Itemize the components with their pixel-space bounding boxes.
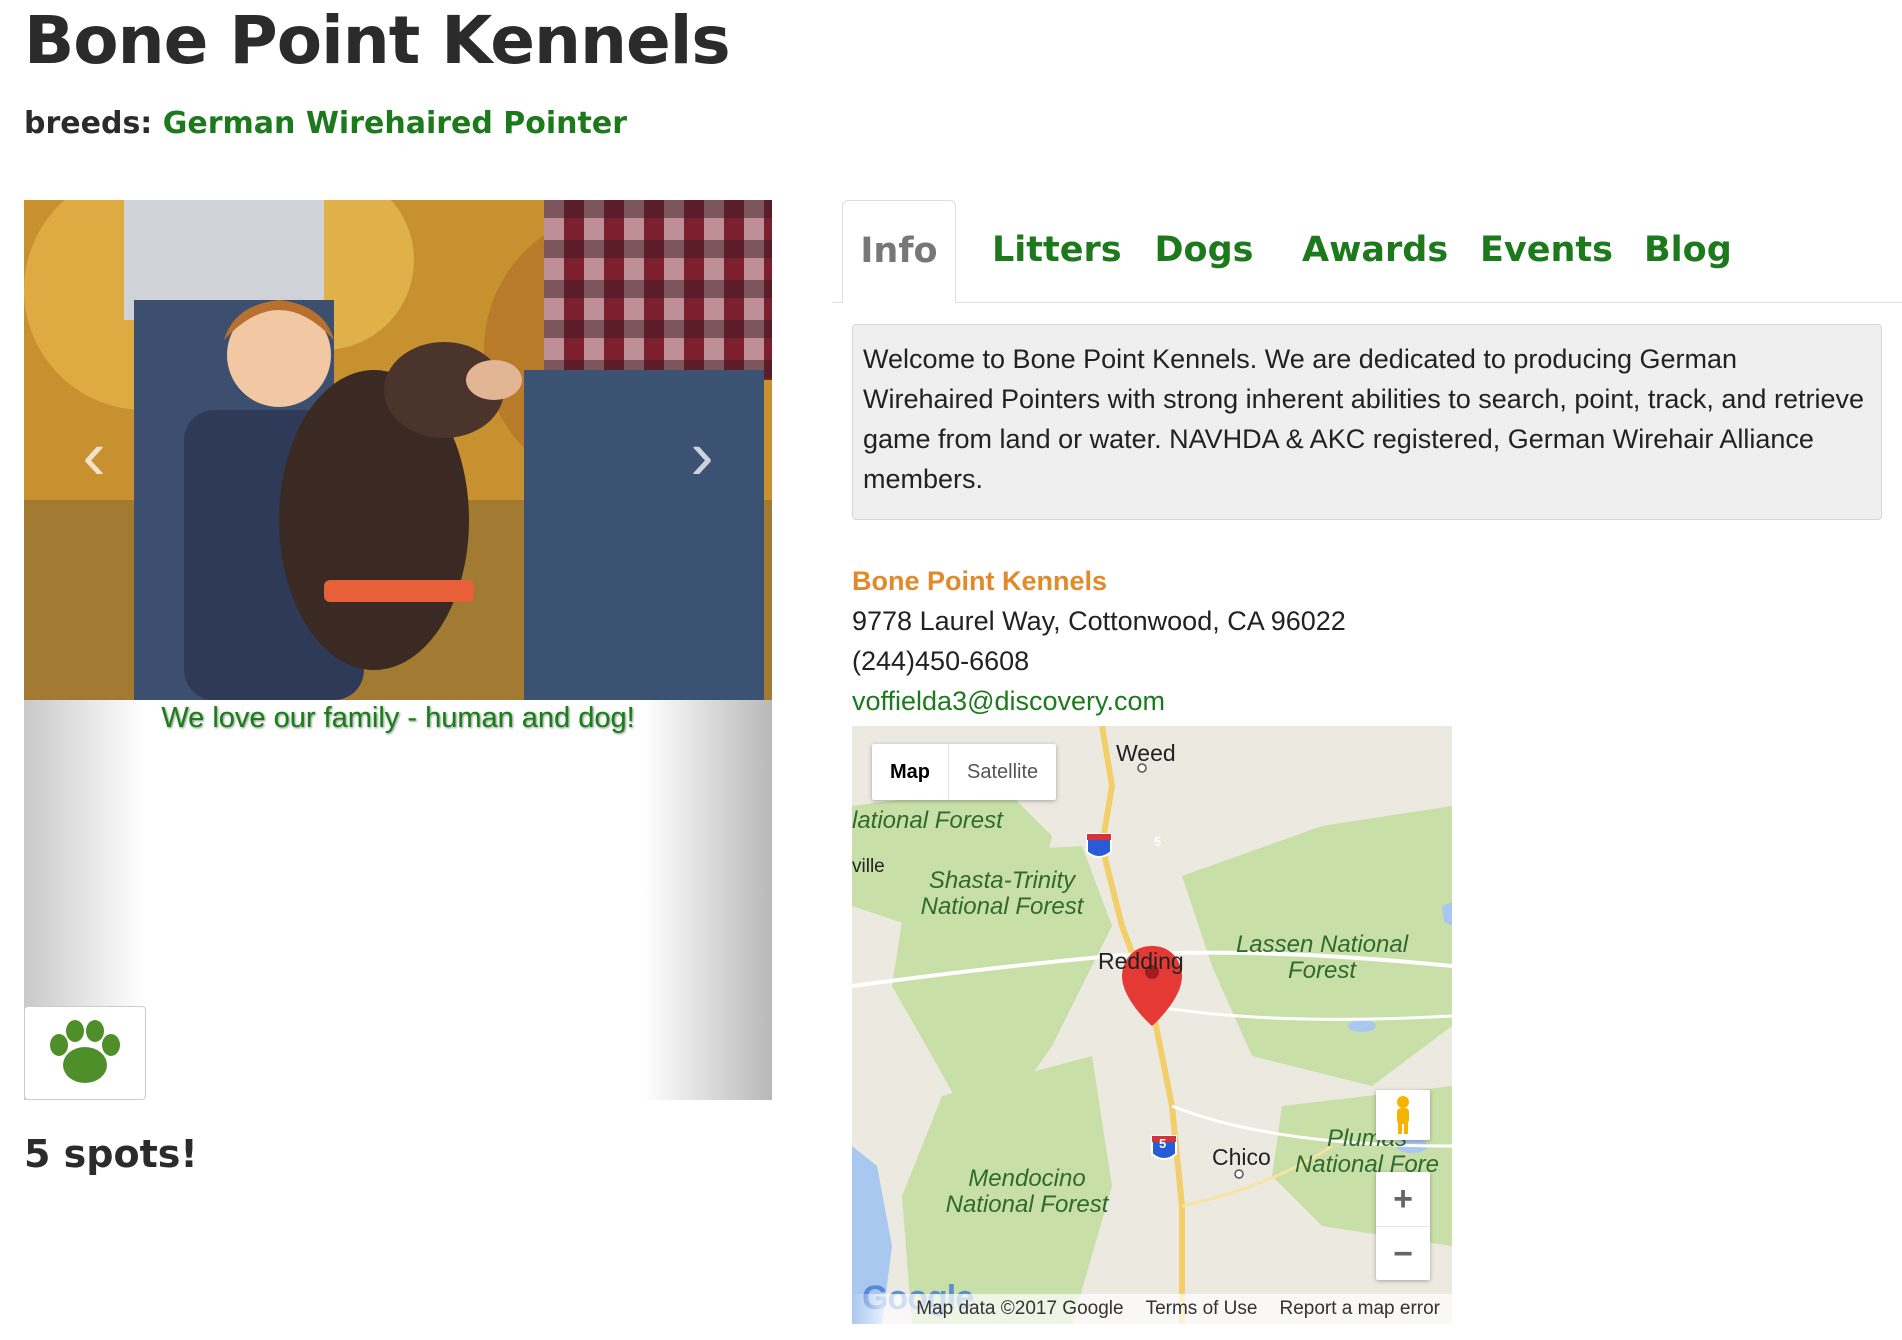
breeds-line: breeds: German Wirehaired Pointer <box>24 106 627 141</box>
site-title: Bone Point Kennels <box>24 2 731 79</box>
tab-dogs[interactable]: Dogs <box>1154 200 1254 300</box>
tab-info[interactable]: Info <box>842 200 956 303</box>
kennel-phone: (244)450-6608 <box>852 646 1030 676</box>
map-report-error-link[interactable]: Report a map error <box>1279 1298 1440 1320</box>
google-map[interactable]: Weed ville Redding Chico 5 5 lational Fo… <box>852 726 1452 1324</box>
kennel-name: Bone Point Kennels <box>852 566 1108 596</box>
tab-bar: Info Litters Dogs Awards Events Blog <box>832 200 1902 303</box>
map-forest-partial: lational Forest <box>852 807 1003 834</box>
map-forest-lassen: Lassen National Forest <box>1235 931 1409 984</box>
breed-link[interactable]: German Wirehaired Pointer <box>163 106 627 141</box>
map-type-control: Map Satellite <box>872 744 1057 800</box>
carousel-thumbnail[interactable] <box>24 1006 146 1100</box>
zoom-out-button[interactable]: − <box>1376 1227 1430 1281</box>
map-place-weed: Weed <box>1116 740 1176 766</box>
carousel-next-button[interactable]: › <box>672 420 732 490</box>
tab-awards[interactable]: Awards <box>1302 200 1448 300</box>
interstate-shield-north <box>1086 833 1112 858</box>
kennel-address: 9778 Laurel Way, Cottonwood, CA 96022 <box>852 606 1346 636</box>
zoom-in-button[interactable]: + <box>1376 1172 1430 1227</box>
map-forest-mendocino: Mendocino National Forest <box>945 1165 1109 1218</box>
map-zoom-control: + − <box>1376 1172 1430 1280</box>
map-place-ville: ville <box>852 856 885 877</box>
map-forest-shasta: Shasta-Trinity National Forest <box>920 867 1084 920</box>
family-photo-illustration <box>24 200 772 700</box>
map-footer: Map data ©2017 Google Terms of Use Repor… <box>852 1294 1452 1324</box>
map-place-chico: Chico <box>1212 1144 1271 1170</box>
carousel-prev-button[interactable]: ‹ <box>64 420 124 490</box>
pegman-icon <box>1397 1096 1409 1134</box>
interstate-label-south: 5 <box>1159 1136 1167 1151</box>
street-view-pegman[interactable] <box>1376 1090 1430 1140</box>
kennel-email-link[interactable]: voffielda3@discovery.com <box>852 686 1165 717</box>
paw-icon <box>50 1020 120 1083</box>
photo-carousel: ‹ › We love our family - human and dog! <box>24 200 772 1100</box>
interstate-label-north: 5 <box>1154 834 1162 849</box>
tab-blog[interactable]: Blog <box>1644 200 1732 300</box>
map-place-redding: Redding <box>1098 948 1184 974</box>
carousel-caption: We love our family - human and dog! <box>161 702 635 734</box>
carousel-photo: ‹ › <box>24 200 772 700</box>
breeds-label: breeds: <box>24 106 153 141</box>
map-type-satellite-button[interactable]: Satellite <box>948 744 1056 800</box>
tab-events[interactable]: Events <box>1480 200 1613 300</box>
welcome-text: Welcome to Bone Point Kennels. We are de… <box>852 324 1882 520</box>
map-type-map-button[interactable]: Map <box>872 744 948 800</box>
spots-count: 5 spots! <box>24 1132 198 1176</box>
map-data-attribution: Map data ©2017 Google <box>916 1298 1124 1319</box>
map-terms-link[interactable]: Terms of Use <box>1146 1298 1258 1320</box>
tab-litters[interactable]: Litters <box>992 200 1122 300</box>
